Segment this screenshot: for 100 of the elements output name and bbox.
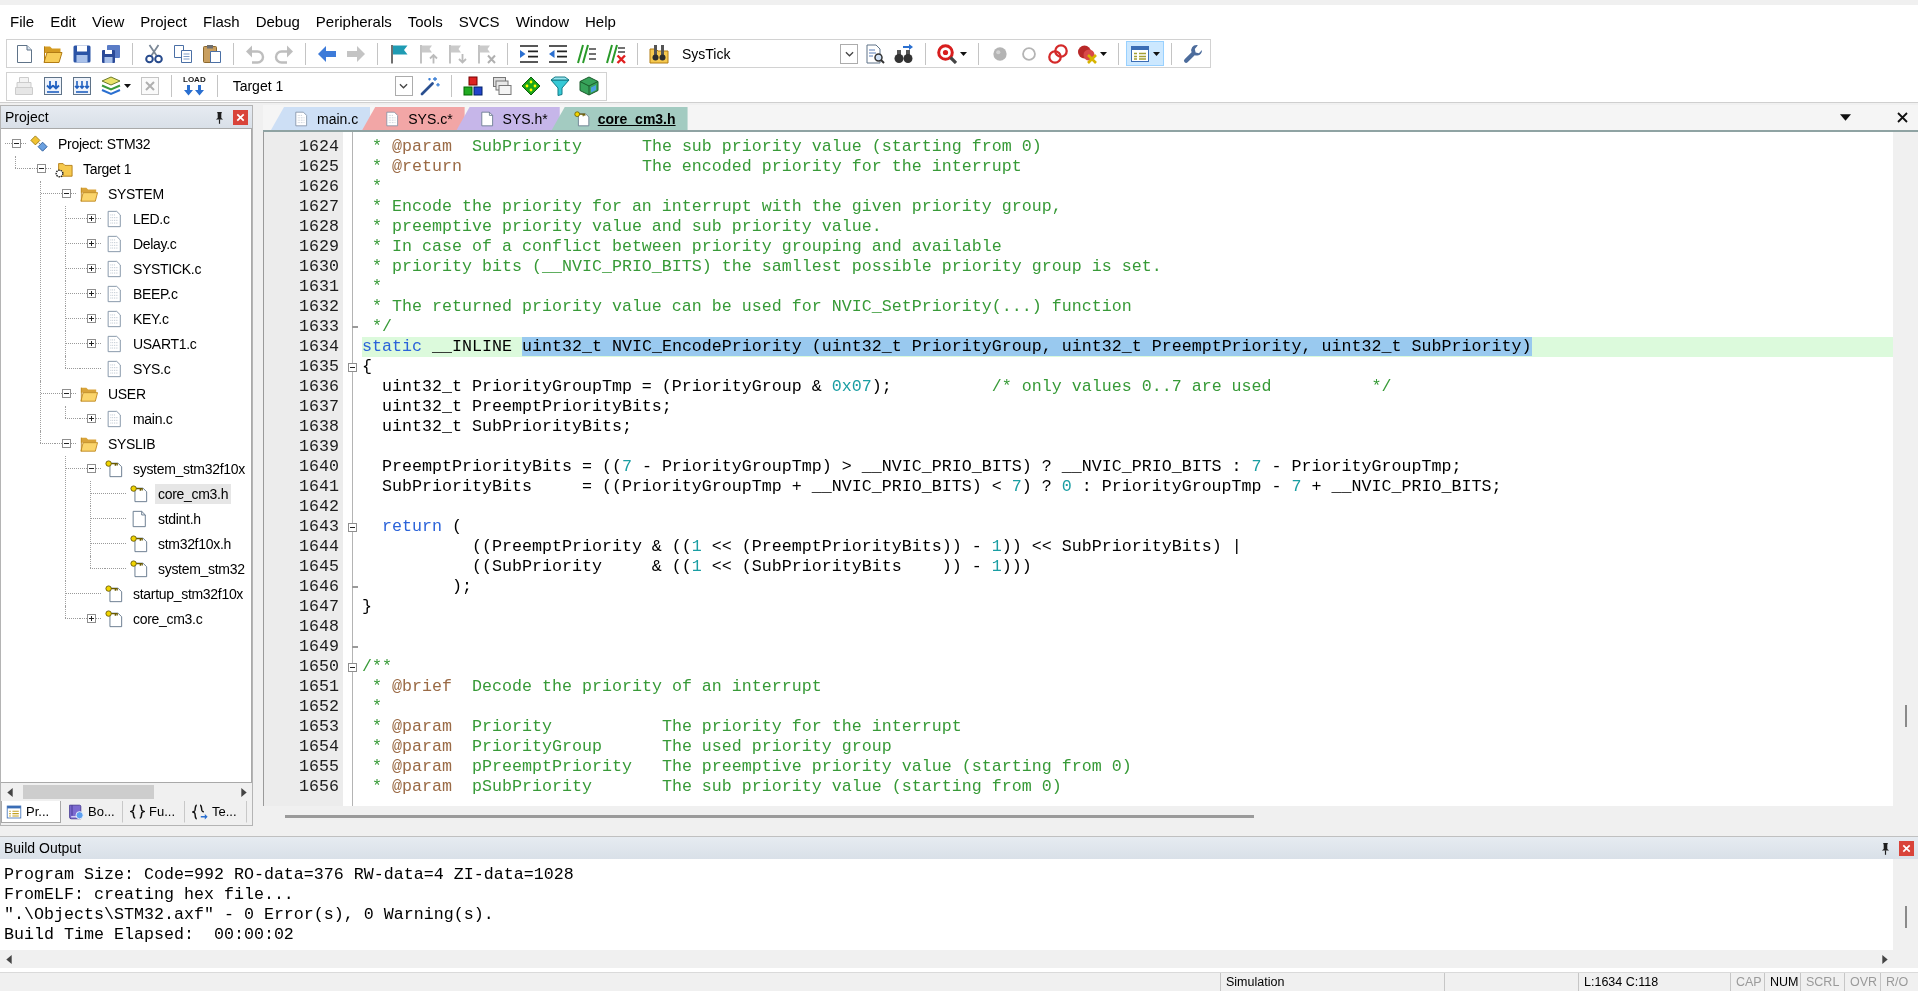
collapse-icon[interactable] bbox=[61, 189, 71, 198]
menu-item[interactable]: Window bbox=[507, 9, 577, 33]
flag-down-arrow-icon bbox=[447, 43, 467, 64]
tree-item[interactable]: system_stm32 bbox=[155, 558, 248, 579]
scrollbar-thumb[interactable] bbox=[1904, 705, 1907, 727]
dropdown-icon[interactable] bbox=[1840, 114, 1851, 121]
code-line: */ bbox=[371, 317, 392, 337]
caret-icon bbox=[1100, 51, 1107, 56]
scroll-right-icon[interactable] bbox=[240, 787, 247, 797]
save-icon bbox=[72, 43, 92, 64]
menu-item[interactable]: Edit bbox=[42, 9, 85, 33]
editor-tab[interactable]: SYS.c* bbox=[362, 107, 465, 130]
code-line: { bbox=[362, 357, 372, 377]
output-line: FromELF: creating hex file... bbox=[4, 885, 294, 905]
collapse-icon[interactable] bbox=[61, 389, 71, 398]
panel-tab[interactable]: Pr... bbox=[1, 801, 61, 823]
window-layout-button[interactable] bbox=[1126, 41, 1164, 66]
collapse-icon[interactable] bbox=[61, 439, 71, 448]
tree-item[interactable]: SYSTEM bbox=[105, 183, 167, 204]
menu-item[interactable]: Tools bbox=[399, 9, 451, 33]
tree-item[interactable]: stdint.h bbox=[155, 508, 204, 529]
tree-item[interactable]: SYSTICK.c bbox=[130, 258, 205, 279]
expand-icon[interactable] bbox=[86, 214, 96, 223]
pin-icon[interactable] bbox=[215, 110, 224, 124]
tree-item[interactable]: Target 1 bbox=[80, 158, 135, 179]
dropdown-button[interactable] bbox=[394, 76, 413, 96]
fold-collapse-icon[interactable] bbox=[348, 662, 357, 672]
scrollbar-thumb[interactable] bbox=[1904, 906, 1907, 928]
dropdown-button[interactable] bbox=[840, 43, 858, 64]
file-icon bbox=[105, 259, 123, 278]
tree-item[interactable]: Project: STM32 bbox=[55, 133, 154, 154]
expand-icon[interactable] bbox=[86, 239, 96, 248]
scrollbar-thumb[interactable] bbox=[285, 814, 1254, 818]
menu-item[interactable]: Debug bbox=[247, 9, 308, 33]
scrollbar-thumb[interactable] bbox=[23, 785, 154, 799]
horizontal-scrollbar[interactable] bbox=[0, 950, 1918, 968]
menu-item[interactable]: Flash bbox=[194, 9, 248, 33]
expand-icon[interactable] bbox=[86, 314, 96, 323]
collapse-icon[interactable] bbox=[86, 464, 96, 473]
expand-icon[interactable] bbox=[86, 614, 96, 623]
scroll-right-icon[interactable] bbox=[1881, 954, 1888, 964]
output-line: ".\Objects\STM32.axf" - 0 Error(s), 0 Warning(s). bbox=[4, 905, 494, 925]
expand-icon[interactable] bbox=[86, 264, 96, 273]
line-number: 1628 bbox=[299, 217, 339, 237]
code-line: * @param pPreemptPriority The preemptive priority value (starting from 0) bbox=[371, 757, 1132, 777]
tree-item[interactable]: startup_stm32f10x bbox=[130, 583, 247, 604]
close-icon[interactable] bbox=[1897, 112, 1908, 123]
dot-icon bbox=[993, 46, 1007, 61]
tree-item[interactable]: SYSLIB bbox=[105, 433, 159, 454]
menu-item[interactable]: View bbox=[84, 9, 133, 33]
pin-icon[interactable] bbox=[1881, 841, 1890, 855]
vertical-scrollbar[interactable] bbox=[1893, 859, 1918, 950]
editor-tab[interactable]: SYS.h* bbox=[456, 107, 560, 130]
tree-item[interactable]: main.c bbox=[130, 408, 176, 429]
menu-item[interactable]: File bbox=[2, 9, 43, 33]
fold-collapse-icon[interactable] bbox=[348, 522, 357, 532]
collapse-icon[interactable] bbox=[36, 164, 46, 173]
file-icon bbox=[293, 109, 309, 128]
editor-tab[interactable]: core_cm3.h bbox=[551, 107, 688, 130]
tree-item[interactable]: SYS.c bbox=[130, 358, 174, 379]
list-window-icon bbox=[6, 803, 22, 820]
collapse-icon[interactable] bbox=[11, 139, 21, 148]
tree-item[interactable]: system_stm32f10x bbox=[130, 458, 248, 479]
tree-item[interactable]: BEEP.c bbox=[130, 283, 181, 304]
editor-tab[interactable]: main.c bbox=[271, 107, 371, 130]
menu-item[interactable]: Help bbox=[577, 9, 624, 33]
fold-collapse-icon[interactable] bbox=[348, 362, 357, 372]
scroll-left-icon[interactable] bbox=[6, 787, 13, 797]
line-number: 1643 bbox=[299, 517, 339, 537]
menu-item[interactable]: Project bbox=[132, 9, 195, 33]
line-number: 1626 bbox=[299, 177, 339, 197]
save-all-icon bbox=[101, 43, 121, 64]
line-number: 1644 bbox=[299, 537, 339, 557]
expand-icon[interactable] bbox=[86, 289, 96, 298]
code-line: * @brief Decode the priority of an interrupt bbox=[371, 677, 822, 697]
expand-icon[interactable] bbox=[86, 339, 96, 348]
code-line: * priority bits (__NVIC_PRIO_BITS) the samllest possible priority group is set. bbox=[371, 257, 1162, 277]
panel-title: Project bbox=[5, 109, 49, 125]
tree-item[interactable]: Delay.c bbox=[130, 233, 180, 254]
tree-item[interactable]: USART1.c bbox=[130, 333, 200, 354]
line-number: 1647 bbox=[299, 597, 339, 617]
mode-status: Simulation bbox=[1226, 975, 1285, 989]
code-line: * The returned priority value can be used for NVIC_SetPriority(...) function bbox=[371, 297, 1132, 317]
indent-icon bbox=[519, 43, 539, 64]
tree-item[interactable]: USER bbox=[105, 383, 149, 404]
code-line: * @param Priority The priority for the interrupt bbox=[371, 717, 962, 737]
code-line: SubPriorityBits = ((PriorityGroupTmp + __NVIC_PRIO_BITS) < 7) ? 0 : PriorityGroupTmp - 7 + __NVIC_PRIO_BITS; bbox=[381, 477, 1502, 497]
menu-item[interactable]: SVCS bbox=[450, 9, 508, 33]
tree-item[interactable]: core_cm3.h bbox=[155, 483, 232, 504]
tree-item[interactable]: core_cm3.c bbox=[130, 608, 206, 629]
tree-item[interactable]: stm32f10x.h bbox=[155, 533, 234, 554]
tree-item[interactable]: LED.c bbox=[130, 208, 173, 229]
load-button[interactable]: LOAD bbox=[179, 73, 210, 99]
menu-item[interactable]: Peripherals bbox=[307, 9, 400, 33]
expand-icon[interactable] bbox=[86, 414, 96, 423]
output-line: Build Time Elapsed: 00:00:02 bbox=[4, 925, 294, 945]
file-icon bbox=[105, 409, 123, 428]
scroll-left-icon[interactable] bbox=[5, 954, 12, 964]
code-line: return ( bbox=[381, 517, 462, 537]
tree-item[interactable]: KEY.c bbox=[130, 308, 172, 329]
